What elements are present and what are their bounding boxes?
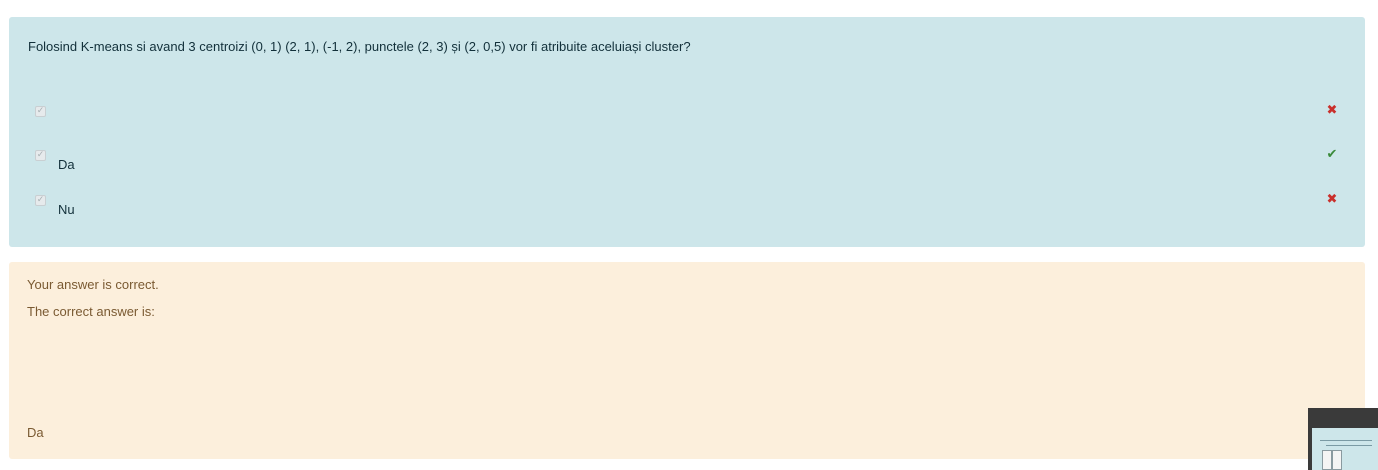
- feedback-panel: Your answer is correct. The correct answ…: [9, 262, 1365, 459]
- checkbox-icon[interactable]: ✓: [35, 195, 46, 206]
- checkbox-icon[interactable]: ✓: [35, 150, 46, 161]
- check-icon: ✔: [1326, 147, 1338, 162]
- checkbox-icon[interactable]: ✓: [35, 106, 46, 117]
- option-2: ✓ Da ✔: [9, 147, 1365, 190]
- screenshot-thumbnail[interactable]: [1308, 408, 1378, 470]
- option-3: ✓ Nu ✖: [9, 192, 1365, 235]
- thumbnail-preview: [1312, 428, 1378, 470]
- option-label: Nu: [58, 202, 75, 217]
- cross-icon: ✖: [1326, 103, 1338, 118]
- cross-icon: ✖: [1326, 192, 1338, 207]
- option-label: Da: [58, 157, 75, 172]
- correct-answer-value: Da: [27, 425, 44, 440]
- question-text: Folosind K-means si avand 3 centroizi (0…: [28, 39, 691, 54]
- feedback-status: Your answer is correct.: [27, 277, 159, 292]
- correct-answer-intro: The correct answer is:: [27, 304, 155, 319]
- question-panel: Folosind K-means si avand 3 centroizi (0…: [9, 17, 1365, 247]
- option-1: ✓ ✖: [9, 103, 1365, 146]
